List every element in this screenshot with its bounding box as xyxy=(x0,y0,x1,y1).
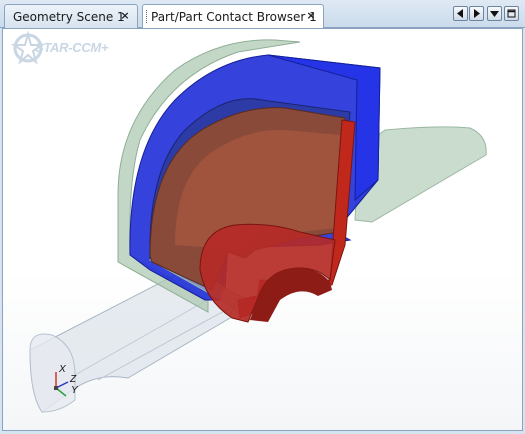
axis-z-label: Z xyxy=(70,374,77,385)
axis-x-label: X xyxy=(59,364,66,375)
axis-y-label: Y xyxy=(71,385,78,396)
geometry-scene xyxy=(29,39,487,413)
